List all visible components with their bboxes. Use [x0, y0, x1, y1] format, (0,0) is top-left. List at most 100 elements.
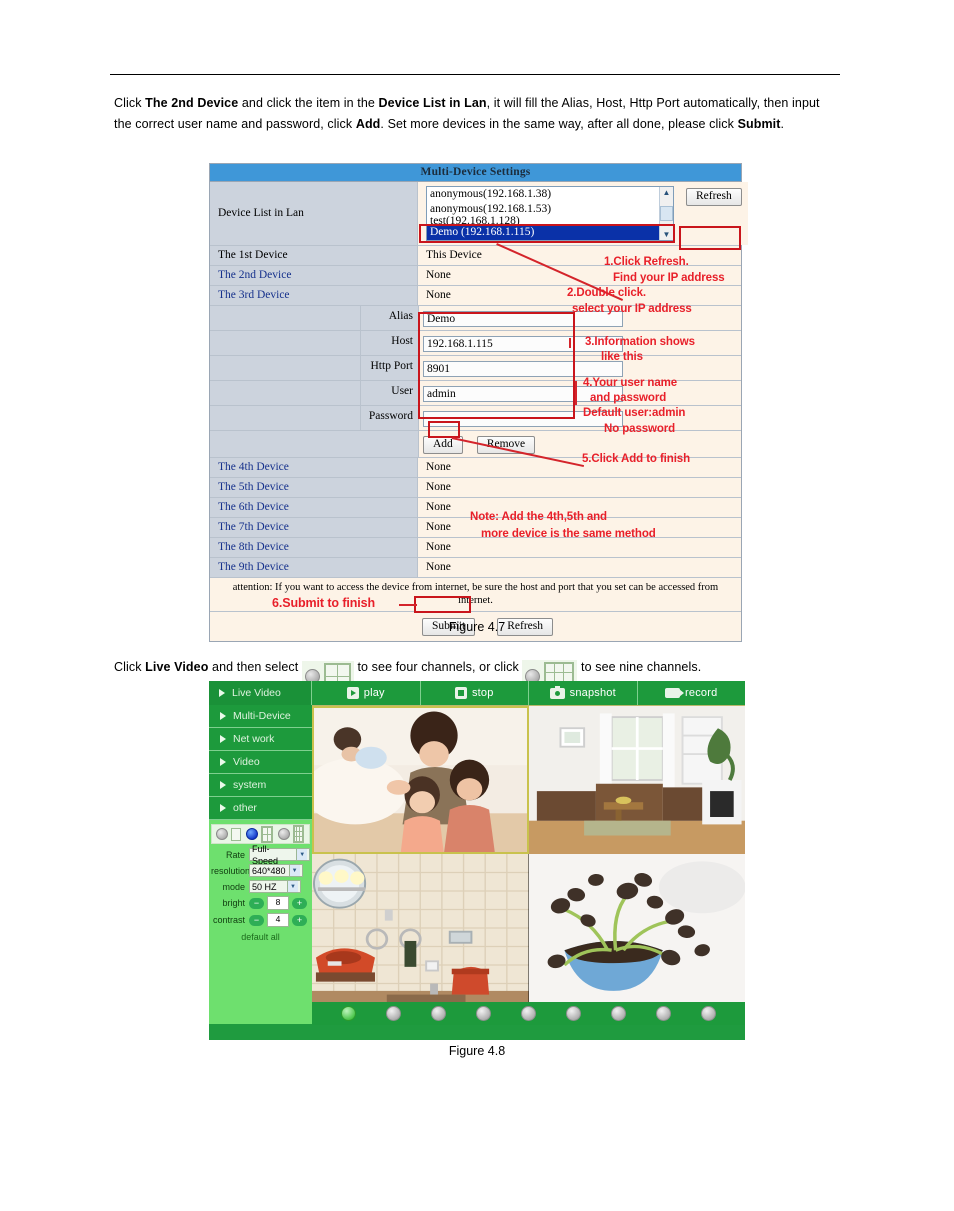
grid-1x1-icon[interactable]	[231, 827, 242, 841]
list-option[interactable]: anonymous(192.168.1.53)	[427, 202, 673, 217]
grid-3x3-icon[interactable]	[292, 825, 304, 843]
menu-label: Live Video	[232, 687, 281, 699]
video-channel-2[interactable]	[528, 706, 745, 854]
password-label: Password	[361, 405, 419, 430]
panel-title: Multi-Device Settings	[210, 164, 741, 182]
snapshot-button[interactable]: snapshot	[529, 681, 638, 705]
arrow-icon	[219, 689, 225, 697]
grid-2x2-icon[interactable]	[261, 825, 273, 843]
channel-dot-9[interactable]	[701, 1006, 716, 1021]
device-label-link[interactable]: The 3rd Device	[210, 285, 418, 305]
video-channel-3[interactable]	[312, 854, 529, 1002]
intro-paragraph: Click The 2nd Device and click the item …	[114, 93, 840, 134]
video-channel-1[interactable]	[312, 706, 529, 854]
channel-dot-6[interactable]	[566, 1006, 581, 1021]
contrast-plus-button[interactable]: +	[292, 914, 307, 926]
device-label-link[interactable]: The 7th Device	[210, 517, 418, 537]
rate-select[interactable]: Full-Speed ▼	[249, 844, 310, 866]
stop-button[interactable]: stop	[421, 681, 529, 705]
annotation-note-b: more device is the same method	[481, 528, 656, 540]
default-all-link[interactable]: default all	[211, 932, 310, 942]
resolution-select[interactable]: 640*480 ▼	[249, 864, 303, 877]
body-text: . Set more devices in the same way, afte…	[380, 116, 738, 131]
highlight-add-button	[428, 421, 460, 438]
para-text-before: Click	[114, 660, 146, 674]
channel-dot-8[interactable]	[656, 1006, 671, 1021]
menu-item-live-video[interactable]: Live Video	[209, 681, 312, 705]
channel-dot-1[interactable]	[341, 1006, 356, 1021]
play-button[interactable]: play	[312, 681, 421, 705]
bright-plus-button[interactable]: +	[292, 897, 307, 909]
arrow-icon	[220, 735, 226, 743]
channel-dot-4[interactable]	[476, 1006, 491, 1021]
annotation-note: Note: Add the 4th,5th and	[470, 511, 607, 523]
record-button[interactable]: record	[638, 681, 746, 705]
sidebar-item-system[interactable]: system	[209, 774, 312, 797]
highlight-submit-button	[414, 596, 471, 613]
live-video-toolbar: Live Video play stop snapshot record	[209, 681, 745, 705]
radio-four-view[interactable]	[246, 828, 259, 840]
channel-dot-2[interactable]	[386, 1006, 401, 1021]
scroll-thumb[interactable]	[660, 205, 673, 221]
device-row: The 8th Device None	[210, 537, 741, 558]
spacer	[210, 430, 419, 457]
channel-dot-7[interactable]	[611, 1006, 626, 1021]
video-channel-4[interactable]	[528, 854, 745, 1002]
device-label-link[interactable]: The 2nd Device	[210, 265, 418, 285]
radio-nine-view[interactable]	[277, 828, 290, 840]
highlight-form-fields	[418, 312, 575, 419]
sidebar-item-network[interactable]: Net work	[209, 728, 312, 751]
arrow-icon	[220, 804, 226, 812]
device-label-link[interactable]: The 8th Device	[210, 537, 418, 557]
annotation-4b: and password	[590, 392, 667, 404]
channel-1-image	[312, 706, 529, 854]
bright-minus-button[interactable]: −	[249, 897, 264, 909]
annotation-6: 6.Submit to finish	[272, 596, 376, 610]
list-option[interactable]: anonymous(192.168.1.38)	[427, 187, 673, 202]
annotation-1: 1.Click Refresh.	[604, 256, 689, 268]
rate-label: Rate	[225, 849, 245, 860]
leader-line-submit	[399, 604, 417, 606]
sidebar-menu: Multi-Device Net work Video system other	[209, 705, 312, 820]
play-label: play	[363, 687, 385, 699]
contrast-label: contrast	[212, 915, 245, 925]
device-label-link[interactable]: The 5th Device	[210, 477, 418, 497]
manual-page: Click The 2nd Device and click the item …	[0, 0, 954, 1211]
device-value: None	[418, 557, 741, 577]
channel-dot-5[interactable]	[521, 1006, 536, 1021]
chevron-down-icon: ▼	[296, 849, 307, 860]
scroll-up-icon[interactable]: ▲	[663, 187, 671, 198]
body-text: and click the item in the	[238, 96, 379, 110]
device-row: The 9th Device None	[210, 557, 741, 578]
arrow-icon	[220, 712, 226, 720]
device-label: The 1st Device	[210, 245, 418, 265]
device-label-link[interactable]: The 6th Device	[210, 497, 418, 517]
annotation-3: 3.Information shows	[585, 336, 695, 348]
body-text: Click	[114, 96, 146, 110]
channel-3-image	[312, 854, 529, 1002]
snapshot-label: snapshot	[569, 687, 616, 699]
sidebar-item-multi-device[interactable]: Multi-Device	[209, 705, 312, 728]
device-label-link[interactable]: The 9th Device	[210, 557, 418, 577]
add-remove-cell: Add Remove	[419, 430, 741, 457]
bright-value: 8	[267, 896, 289, 910]
device-label-link[interactable]: The 4th Device	[210, 457, 418, 477]
channel-dot-3[interactable]	[431, 1006, 446, 1021]
stop-label: stop	[471, 687, 494, 699]
mode-select[interactable]: 50 HZ ▼	[249, 880, 301, 893]
refresh-button[interactable]: Refresh	[686, 188, 742, 206]
view-mode-selector	[211, 824, 310, 844]
record-label: record	[685, 687, 718, 699]
sidebar-label: Video	[233, 756, 260, 768]
highlight-refresh-button	[679, 226, 741, 250]
stop-icon	[454, 687, 467, 699]
radio-single-view[interactable]	[216, 828, 228, 840]
contrast-minus-button[interactable]: −	[249, 914, 264, 926]
para-text-after-bold: and then select	[208, 660, 302, 674]
annotation-4: 4.Your user name	[583, 377, 678, 389]
sidebar-item-video[interactable]: Video	[209, 751, 312, 774]
annotation-4c: Default user:admin	[583, 407, 686, 419]
bright-row: bright − 8 +	[211, 896, 310, 910]
sidebar-item-other[interactable]: other	[209, 797, 312, 820]
contrast-row: contrast − 4 +	[211, 913, 310, 927]
